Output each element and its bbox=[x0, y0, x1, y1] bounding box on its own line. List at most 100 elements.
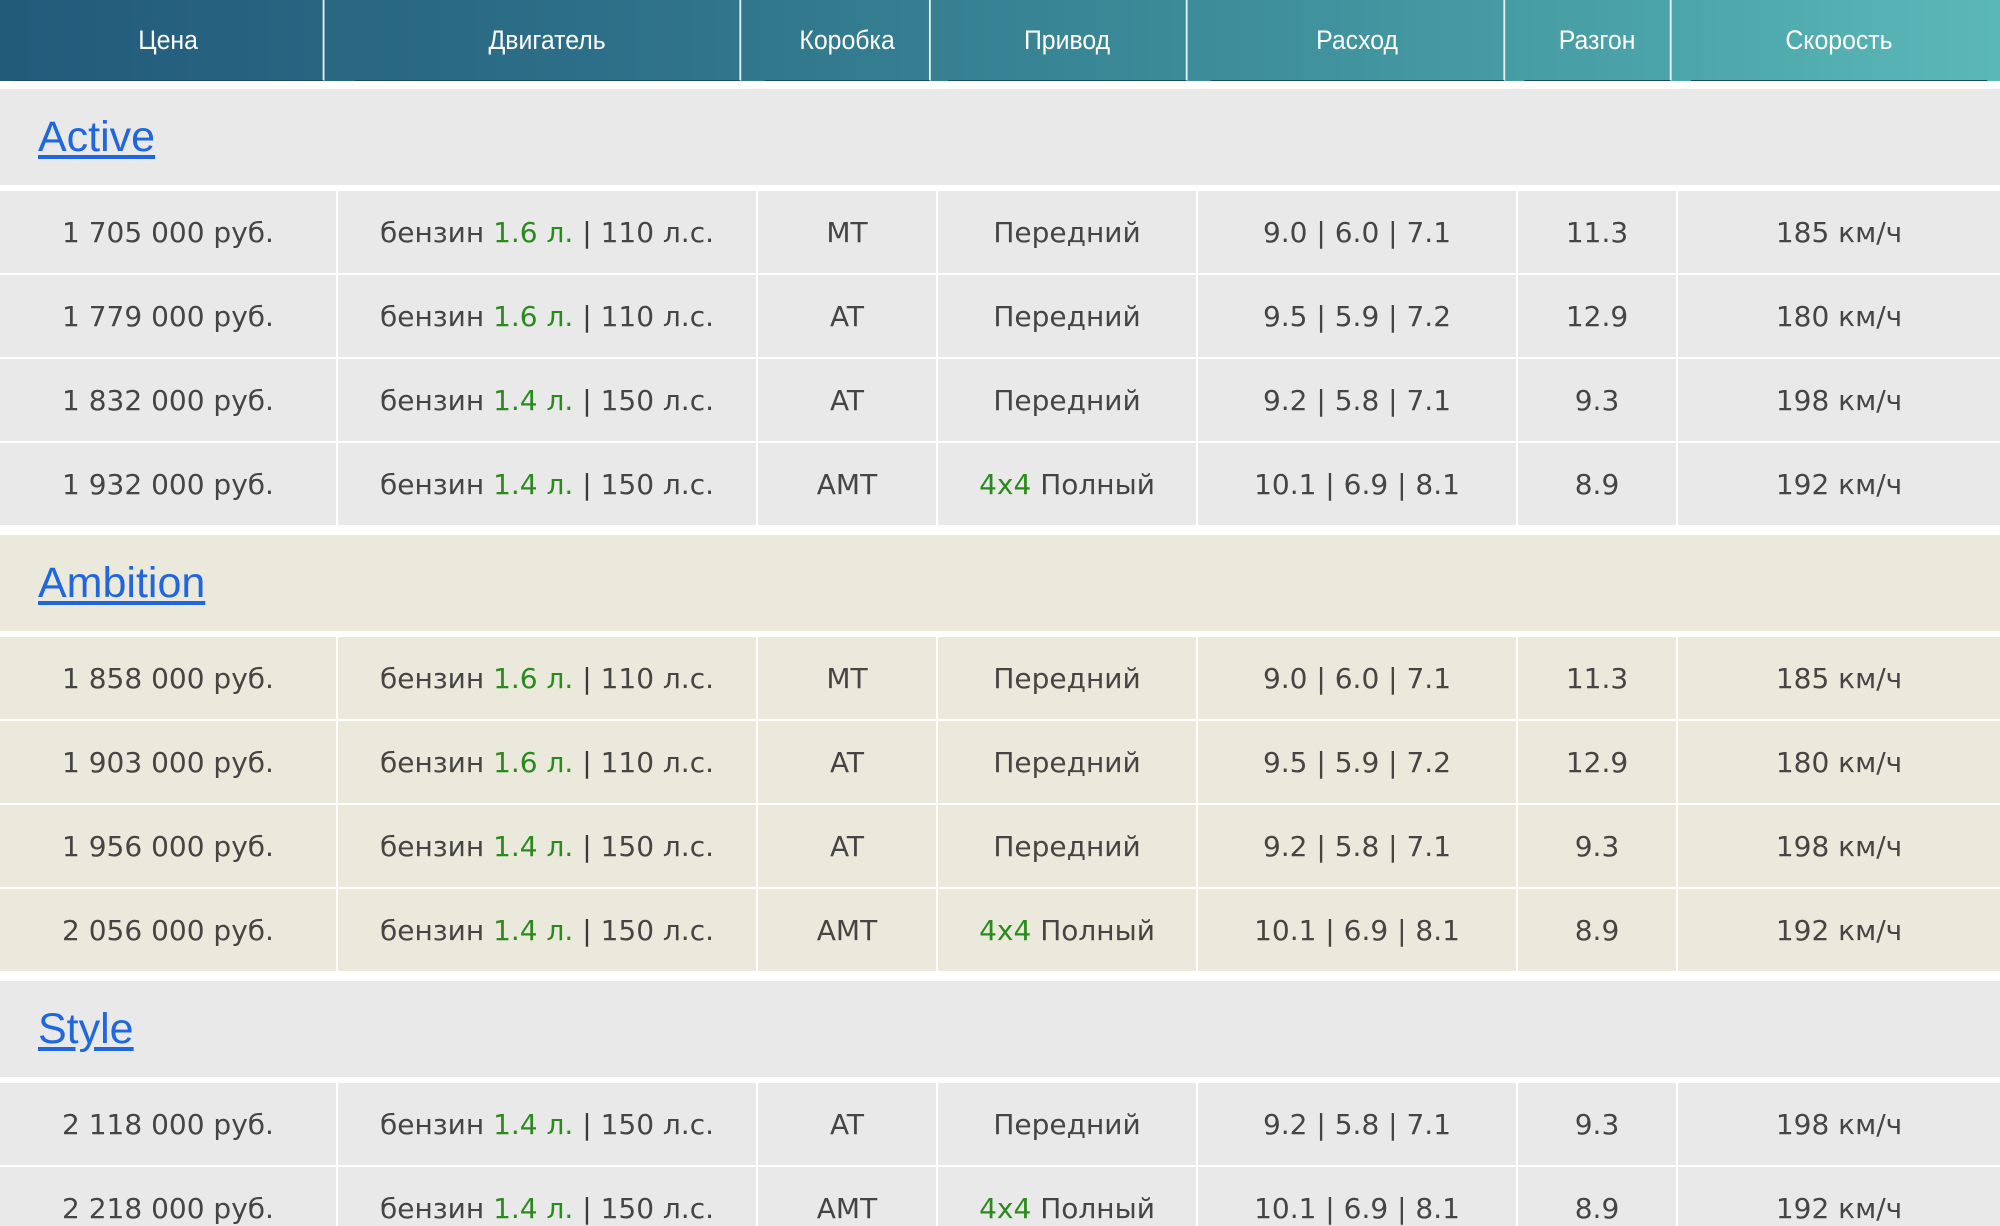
fuel-type: бензин bbox=[379, 829, 485, 863]
fuel-type: бензин bbox=[379, 1107, 485, 1141]
drive-prefix: 4x4 bbox=[979, 913, 1032, 947]
engine-volume: 1.4 л. bbox=[493, 913, 574, 947]
drive-cell: Передний bbox=[938, 275, 1198, 359]
top-speed-cell: 192 км/ч bbox=[1678, 443, 2000, 527]
gearbox-cell: AT bbox=[758, 275, 938, 359]
trim-group-header-cell: Ambition bbox=[0, 527, 2000, 637]
price-cell: 1 858 000 руб. bbox=[0, 637, 338, 721]
separator: | bbox=[573, 661, 601, 695]
drive-cell: Передний bbox=[938, 721, 1198, 805]
acceleration-cell: 8.9 bbox=[1518, 1167, 1678, 1226]
trim-group-header: Active bbox=[0, 81, 2000, 191]
consumption-cell: 9.5 | 5.9 | 7.2 bbox=[1198, 275, 1518, 359]
separator: | bbox=[573, 829, 601, 863]
drive-type: Передний bbox=[993, 745, 1141, 779]
price-cell: 1 832 000 руб. bbox=[0, 359, 338, 443]
acceleration-cell: 11.3 bbox=[1518, 637, 1678, 721]
engine-volume: 1.4 л. bbox=[493, 1107, 574, 1141]
table-row: 1 832 000 руб. бензин 1.4 л. | 150 л.с. AT… bbox=[0, 359, 2000, 443]
engine-cell: бензин 1.6 л. | 110 л.с. bbox=[338, 637, 758, 721]
column-header-consumption: Расход bbox=[1210, 0, 1506, 81]
trim-link-style[interactable]: Style bbox=[38, 1005, 134, 1053]
drive-cell: Передний bbox=[938, 805, 1198, 889]
top-speed-cell: 192 км/ч bbox=[1678, 1167, 2000, 1226]
gearbox-cell: AMT bbox=[758, 1167, 938, 1226]
consumption-cell: 9.2 | 5.8 | 7.1 bbox=[1198, 805, 1518, 889]
engine-power: 110 л.с. bbox=[600, 215, 714, 249]
price-cell: 2 118 000 руб. bbox=[0, 1083, 338, 1167]
acceleration-cell: 12.9 bbox=[1518, 275, 1678, 359]
engine-volume: 1.4 л. bbox=[493, 467, 574, 501]
drive-type: Полный bbox=[1040, 467, 1155, 501]
engine-volume: 1.6 л. bbox=[493, 745, 574, 779]
drive-cell: 4x4 Полный bbox=[938, 443, 1198, 527]
gearbox-cell: AT bbox=[758, 721, 938, 805]
drive-type: Передний bbox=[993, 829, 1141, 863]
table-row: 1 858 000 руб. бензин 1.6 л. | 110 л.с. MT… bbox=[0, 637, 2000, 721]
drive-prefix: 4x4 bbox=[979, 467, 1032, 501]
engine-volume: 1.6 л. bbox=[493, 215, 574, 249]
engine-cell: бензин 1.6 л. | 110 л.с. bbox=[338, 721, 758, 805]
drive-type: Передний bbox=[993, 215, 1141, 249]
engine-cell: бензин 1.4 л. | 150 л.с. bbox=[338, 1167, 758, 1226]
drive-cell: 4x4 Полный bbox=[938, 1167, 1198, 1226]
top-speed-cell: 198 км/ч bbox=[1678, 805, 2000, 889]
engine-volume: 1.4 л. bbox=[493, 829, 574, 863]
fuel-type: бензин bbox=[379, 1191, 485, 1225]
gearbox-cell: AMT bbox=[758, 443, 938, 527]
top-speed-cell: 185 км/ч bbox=[1678, 637, 2000, 721]
price-cell: 1 705 000 руб. bbox=[0, 191, 338, 275]
column-header-top-speed: Скорость bbox=[1690, 0, 1988, 81]
price-cell: 2 056 000 руб. bbox=[0, 889, 338, 973]
column-header-engine: Двигатель bbox=[354, 0, 742, 81]
table-row: 2 056 000 руб. бензин 1.4 л. | 150 л.с. AM… bbox=[0, 889, 2000, 973]
engine-power: 110 л.с. bbox=[600, 745, 714, 779]
separator: | bbox=[573, 913, 601, 947]
consumption-cell: 10.1 | 6.9 | 8.1 bbox=[1198, 1167, 1518, 1226]
drive-type: Полный bbox=[1040, 1191, 1155, 1225]
table-row: 2 218 000 руб. бензин 1.4 л. | 150 л.с. AM… bbox=[0, 1167, 2000, 1226]
consumption-cell: 9.0 | 6.0 | 7.1 bbox=[1198, 191, 1518, 275]
separator: | bbox=[573, 215, 601, 249]
drive-cell: Передний bbox=[938, 637, 1198, 721]
column-header-drive: Привод bbox=[948, 0, 1188, 81]
price-cell: 1 956 000 руб. bbox=[0, 805, 338, 889]
trim-link-ambition[interactable]: Ambition bbox=[38, 559, 205, 607]
top-speed-cell: 185 км/ч bbox=[1678, 191, 2000, 275]
engine-power: 150 л.с. bbox=[600, 383, 714, 417]
separator: | bbox=[573, 383, 601, 417]
top-speed-cell: 180 км/ч bbox=[1678, 721, 2000, 805]
trim-group-header-cell: Style bbox=[0, 973, 2000, 1083]
engine-cell: бензин 1.6 л. | 110 л.с. bbox=[338, 191, 758, 275]
table-row: 1 932 000 руб. бензин 1.4 л. | 150 л.с. AM… bbox=[0, 443, 2000, 527]
engine-cell: бензин 1.6 л. | 110 л.с. bbox=[338, 275, 758, 359]
top-speed-cell: 198 км/ч bbox=[1678, 1083, 2000, 1167]
price-cell: 1 779 000 руб. bbox=[0, 275, 338, 359]
separator: | bbox=[573, 1107, 601, 1141]
gearbox-cell: AT bbox=[758, 805, 938, 889]
trim-group-header-cell: Active bbox=[0, 81, 2000, 191]
engine-volume: 1.6 л. bbox=[493, 661, 574, 695]
engine-power: 150 л.с. bbox=[600, 1107, 714, 1141]
engine-volume: 1.4 л. bbox=[493, 1191, 574, 1225]
engine-cell: бензин 1.4 л. | 150 л.с. bbox=[338, 443, 758, 527]
gearbox-cell: AMT bbox=[758, 889, 938, 973]
table-row: 1 779 000 руб. бензин 1.6 л. | 110 л.с. AT… bbox=[0, 275, 2000, 359]
gearbox-cell: AT bbox=[758, 359, 938, 443]
consumption-cell: 9.0 | 6.0 | 7.1 bbox=[1198, 637, 1518, 721]
gearbox-cell: AT bbox=[758, 1083, 938, 1167]
drive-cell: Передний bbox=[938, 191, 1198, 275]
fuel-type: бензин bbox=[379, 745, 485, 779]
trim-link-active[interactable]: Active bbox=[38, 113, 155, 161]
fuel-type: бензин bbox=[379, 467, 485, 501]
fuel-type: бензин bbox=[379, 913, 485, 947]
trim-group-header: Ambition bbox=[0, 527, 2000, 637]
engine-power: 150 л.с. bbox=[600, 1191, 714, 1225]
drive-cell: 4x4 Полный bbox=[938, 889, 1198, 973]
consumption-cell: 9.5 | 5.9 | 7.2 bbox=[1198, 721, 1518, 805]
price-cell: 1 932 000 руб. bbox=[0, 443, 338, 527]
consumption-cell: 10.1 | 6.9 | 8.1 bbox=[1198, 889, 1518, 973]
table-row: 1 956 000 руб. бензин 1.4 л. | 150 л.с. AT… bbox=[0, 805, 2000, 889]
engine-cell: бензин 1.4 л. | 150 л.с. bbox=[338, 805, 758, 889]
trim-group-header: Style bbox=[0, 973, 2000, 1083]
